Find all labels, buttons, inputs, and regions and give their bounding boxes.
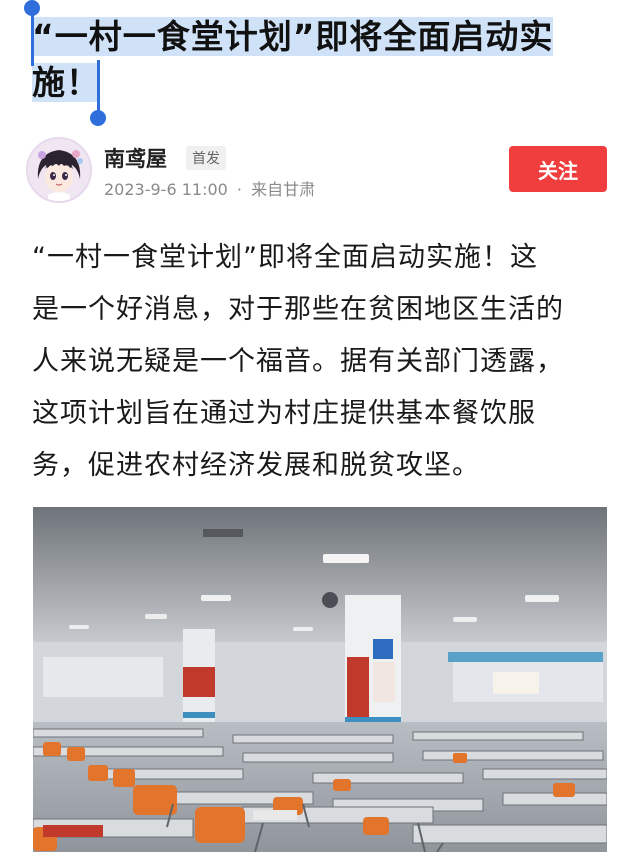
selection-start-handle[interactable] <box>24 0 40 70</box>
first-publish-badge: 首发 <box>186 146 226 170</box>
body-line-2: 是一个好消息，对于那些在贫困地区生活的 <box>32 294 564 325</box>
article-photo[interactable] <box>33 507 607 852</box>
title-line-1: “一村一食堂计划”即将全面启动实 <box>32 17 554 56</box>
selection-start-bar <box>31 8 34 66</box>
publish-location: 来自甘肃 <box>251 180 316 199</box>
article-body: “一村一食堂计划”即将全面启动实施！这 是一个好消息，对于那些在贫困地区生活的 … <box>32 232 612 492</box>
selection-end-handle[interactable] <box>90 60 106 126</box>
publish-date: 2023-9-6 11:00 <box>104 180 228 199</box>
body-line-1: “一村一食堂计划”即将全面启动实施！这 <box>32 242 538 273</box>
body-line-4: 这项计划旨在通过为村庄提供基本餐饮服 <box>32 398 536 429</box>
article-meta: 2023-9-6 11:00 · 来自甘肃 <box>104 176 315 200</box>
author-avatar[interactable] <box>26 137 92 203</box>
canteen-interior-photo-icon <box>33 507 607 852</box>
body-line-5: 务，促进农村经济发展和脱贫攻坚。 <box>32 450 480 481</box>
author-name[interactable]: 南鸢屋 <box>104 143 167 173</box>
selection-end-knob[interactable] <box>90 110 106 126</box>
meta-separator: · <box>236 180 243 199</box>
anime-girl-avatar-icon <box>28 139 90 201</box>
article-title: “一村一食堂计划”即将全面启动实 施！ <box>32 14 622 106</box>
selection-end-bar <box>97 60 100 114</box>
follow-button[interactable]: 关注 <box>509 146 607 192</box>
body-line-3: 人来说无疑是一个福音。据有关部门透露， <box>32 346 564 377</box>
